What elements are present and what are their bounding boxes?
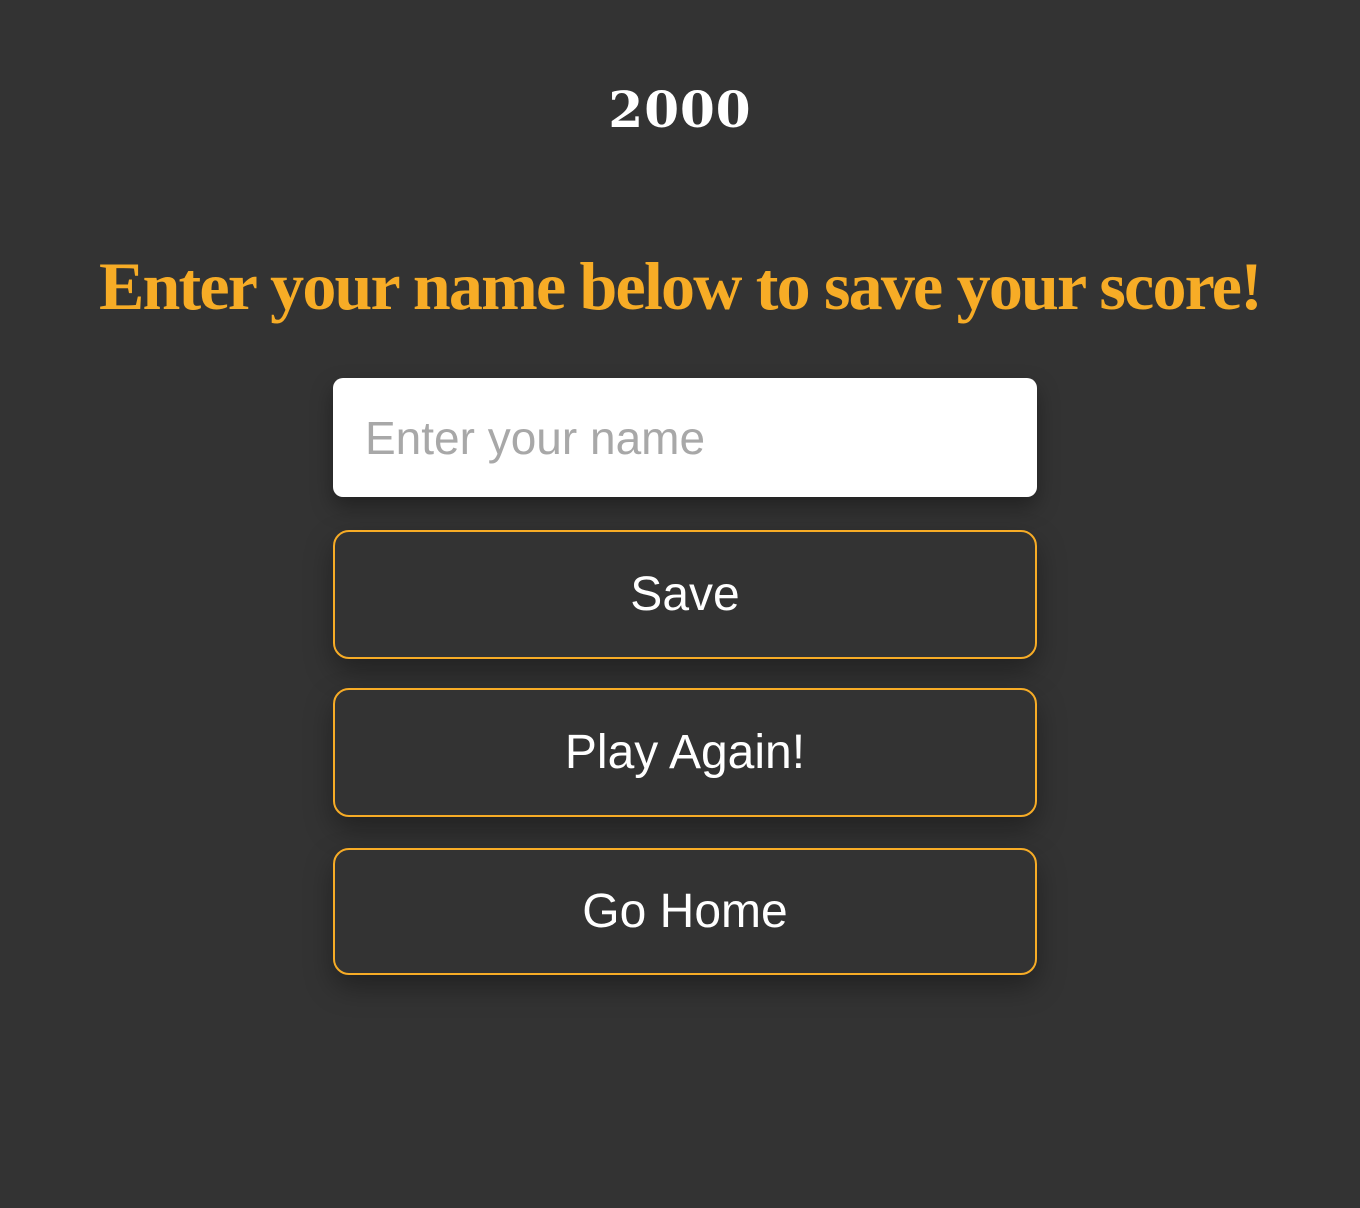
end-screen: 2000 Enter your name below to save your … bbox=[0, 0, 1360, 1208]
final-score: 2000 bbox=[608, 80, 752, 139]
save-score-form: Save Play Again! Go Home bbox=[333, 378, 1037, 975]
go-home-button[interactable]: Go Home bbox=[333, 848, 1037, 975]
save-button[interactable]: Save bbox=[333, 530, 1037, 659]
username-input[interactable] bbox=[333, 378, 1037, 497]
play-again-button[interactable]: Play Again! bbox=[333, 688, 1037, 817]
save-score-heading: Enter your name below to save your score… bbox=[98, 248, 1263, 324]
